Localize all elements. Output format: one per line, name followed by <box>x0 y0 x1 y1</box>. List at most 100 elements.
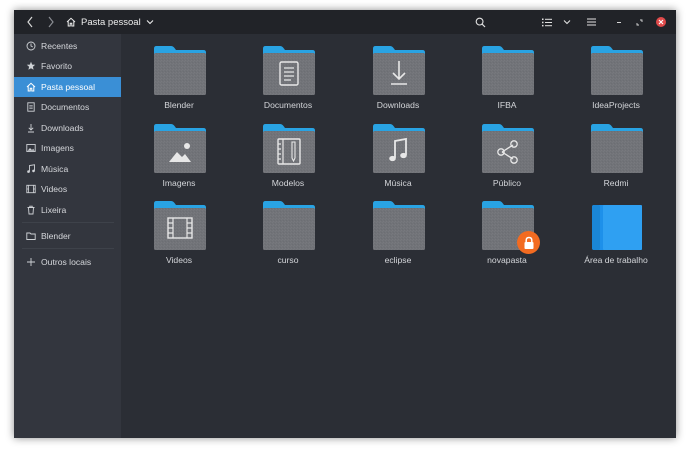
folder-icon <box>591 46 643 95</box>
sidebar-item-favorito[interactable]: Favorito <box>14 56 121 76</box>
sidebar-item-label: Música <box>41 164 69 174</box>
folder-item[interactable]: Documentos <box>243 46 333 120</box>
folder-item[interactable]: curso <box>243 201 333 275</box>
templates-folder-icon <box>263 124 315 173</box>
folder-label: Área de trabalho <box>584 255 648 265</box>
folder-label: Público <box>492 178 522 188</box>
maximize-button[interactable] <box>634 10 644 34</box>
folder-item[interactable]: Público <box>462 124 552 198</box>
folder-icon <box>591 124 643 173</box>
sidebar: Recentes Favorito Pasta pessoal Document… <box>14 34 121 438</box>
video-folder-icon <box>154 201 206 250</box>
folder-item[interactable]: Downloads <box>353 46 443 120</box>
plus-icon <box>26 257 36 267</box>
folder-item[interactable]: Modelos <box>243 124 333 198</box>
music-icon <box>26 164 36 174</box>
path-bar-button[interactable]: Pasta pessoal <box>66 10 154 34</box>
sidebar-separator <box>22 248 114 249</box>
star-icon <box>26 61 36 71</box>
forward-button[interactable] <box>45 10 57 34</box>
folder-label: Imagens <box>162 178 196 188</box>
sidebar-item-label: Lixeira <box>41 205 67 215</box>
folder-icon <box>482 46 534 95</box>
folder-label: IFBA <box>497 100 517 110</box>
file-grid: Blender Documentos Downloads IFBA IdeaPr… <box>121 34 676 438</box>
close-icon <box>658 19 664 25</box>
sidebar-item-lixeira[interactable]: Lixeira <box>14 200 121 220</box>
sidebar-item-label: Imagens <box>41 143 74 153</box>
folder-icon <box>373 201 425 250</box>
folder-label: Documentos <box>263 100 313 110</box>
sidebar-item-pasta-pessoal[interactable]: Pasta pessoal <box>14 77 121 97</box>
back-button[interactable] <box>24 10 36 34</box>
sidebar-item-blender[interactable]: Blender <box>14 226 121 246</box>
image-folder-icon <box>154 124 206 173</box>
folder-item[interactable]: IFBA <box>462 46 552 120</box>
search-icon <box>475 17 485 27</box>
folder-label: novapasta <box>487 255 527 265</box>
folder-label: eclipse <box>384 255 412 265</box>
folder-item[interactable]: novapasta <box>462 201 552 275</box>
folder-label: Blender <box>164 100 194 110</box>
folder-item[interactable]: Redmi <box>571 124 661 198</box>
clock-icon <box>26 41 36 51</box>
document-folder-icon <box>263 46 315 95</box>
music-folder-icon <box>373 124 425 173</box>
menu-icon <box>586 18 596 26</box>
sidebar-item-label: Pasta pessoal <box>41 82 95 92</box>
sidebar-item-label: Recentes <box>41 41 78 51</box>
menu-button[interactable] <box>585 10 597 34</box>
close-button[interactable] <box>654 10 668 34</box>
sidebar-item-musica[interactable]: Música <box>14 159 121 179</box>
desktop-folder-icon <box>592 205 642 250</box>
list-view-button[interactable] <box>540 10 554 34</box>
film-icon <box>26 184 36 194</box>
folder-item[interactable]: Área de trabalho <box>571 201 661 275</box>
sidebar-item-label: Videos <box>41 184 68 194</box>
sort-chevron-icon <box>563 20 571 25</box>
minimize-button[interactable] <box>614 10 624 34</box>
view-options-button[interactable] <box>561 10 573 34</box>
list-view-icon <box>542 18 552 26</box>
sidebar-separator <box>22 222 114 223</box>
folder-item[interactable]: Videos <box>134 201 224 275</box>
sidebar-item-outros-locais[interactable]: Outros locais <box>14 252 121 272</box>
home-icon <box>66 17 76 27</box>
minimize-icon <box>617 22 621 23</box>
sidebar-item-imagens[interactable]: Imagens <box>14 138 121 158</box>
sidebar-item-label: Downloads <box>41 123 84 133</box>
folder-label: Modelos <box>271 178 305 188</box>
folder-item[interactable]: eclipse <box>353 201 443 275</box>
folder-label: Videos <box>165 255 193 265</box>
lock-badge-icon <box>517 231 540 254</box>
folder-item[interactable]: Imagens <box>134 124 224 198</box>
download-folder-icon <box>373 46 425 95</box>
file-manager-window: Pasta pessoal Recentes Favorito Pasta pe… <box>14 10 676 438</box>
folder-label: Música <box>384 178 412 188</box>
sidebar-item-label: Favorito <box>41 61 73 71</box>
sidebar-item-videos[interactable]: Videos <box>14 179 121 199</box>
folder-item[interactable]: Blender <box>134 46 224 120</box>
share-folder-icon <box>482 124 534 173</box>
folder-item[interactable]: IdeaProjects <box>571 46 661 120</box>
sidebar-item-label: Outros locais <box>41 257 92 267</box>
folder-item[interactable]: Música <box>353 124 443 198</box>
maximize-icon <box>636 19 642 25</box>
path-bar-label: Pasta pessoal <box>81 16 141 28</box>
sidebar-item-documentos[interactable]: Documentos <box>14 97 121 117</box>
back-icon <box>27 16 33 28</box>
image-icon <box>26 143 36 153</box>
sidebar-item-label: Blender <box>41 231 71 241</box>
folder-label: Redmi <box>603 178 629 188</box>
sidebar-item-downloads[interactable]: Downloads <box>14 118 121 138</box>
download-icon <box>26 123 36 133</box>
close-button-circle <box>656 17 666 27</box>
sidebar-item-label: Documentos <box>41 102 90 112</box>
folder-label: curso <box>277 255 299 265</box>
search-button[interactable] <box>473 10 487 34</box>
folder-label: IdeaProjects <box>592 100 640 110</box>
chevron-down-icon <box>146 20 154 25</box>
trash-icon <box>26 205 36 215</box>
folder-label: Downloads <box>376 100 420 110</box>
sidebar-item-recentes[interactable]: Recentes <box>14 36 121 56</box>
